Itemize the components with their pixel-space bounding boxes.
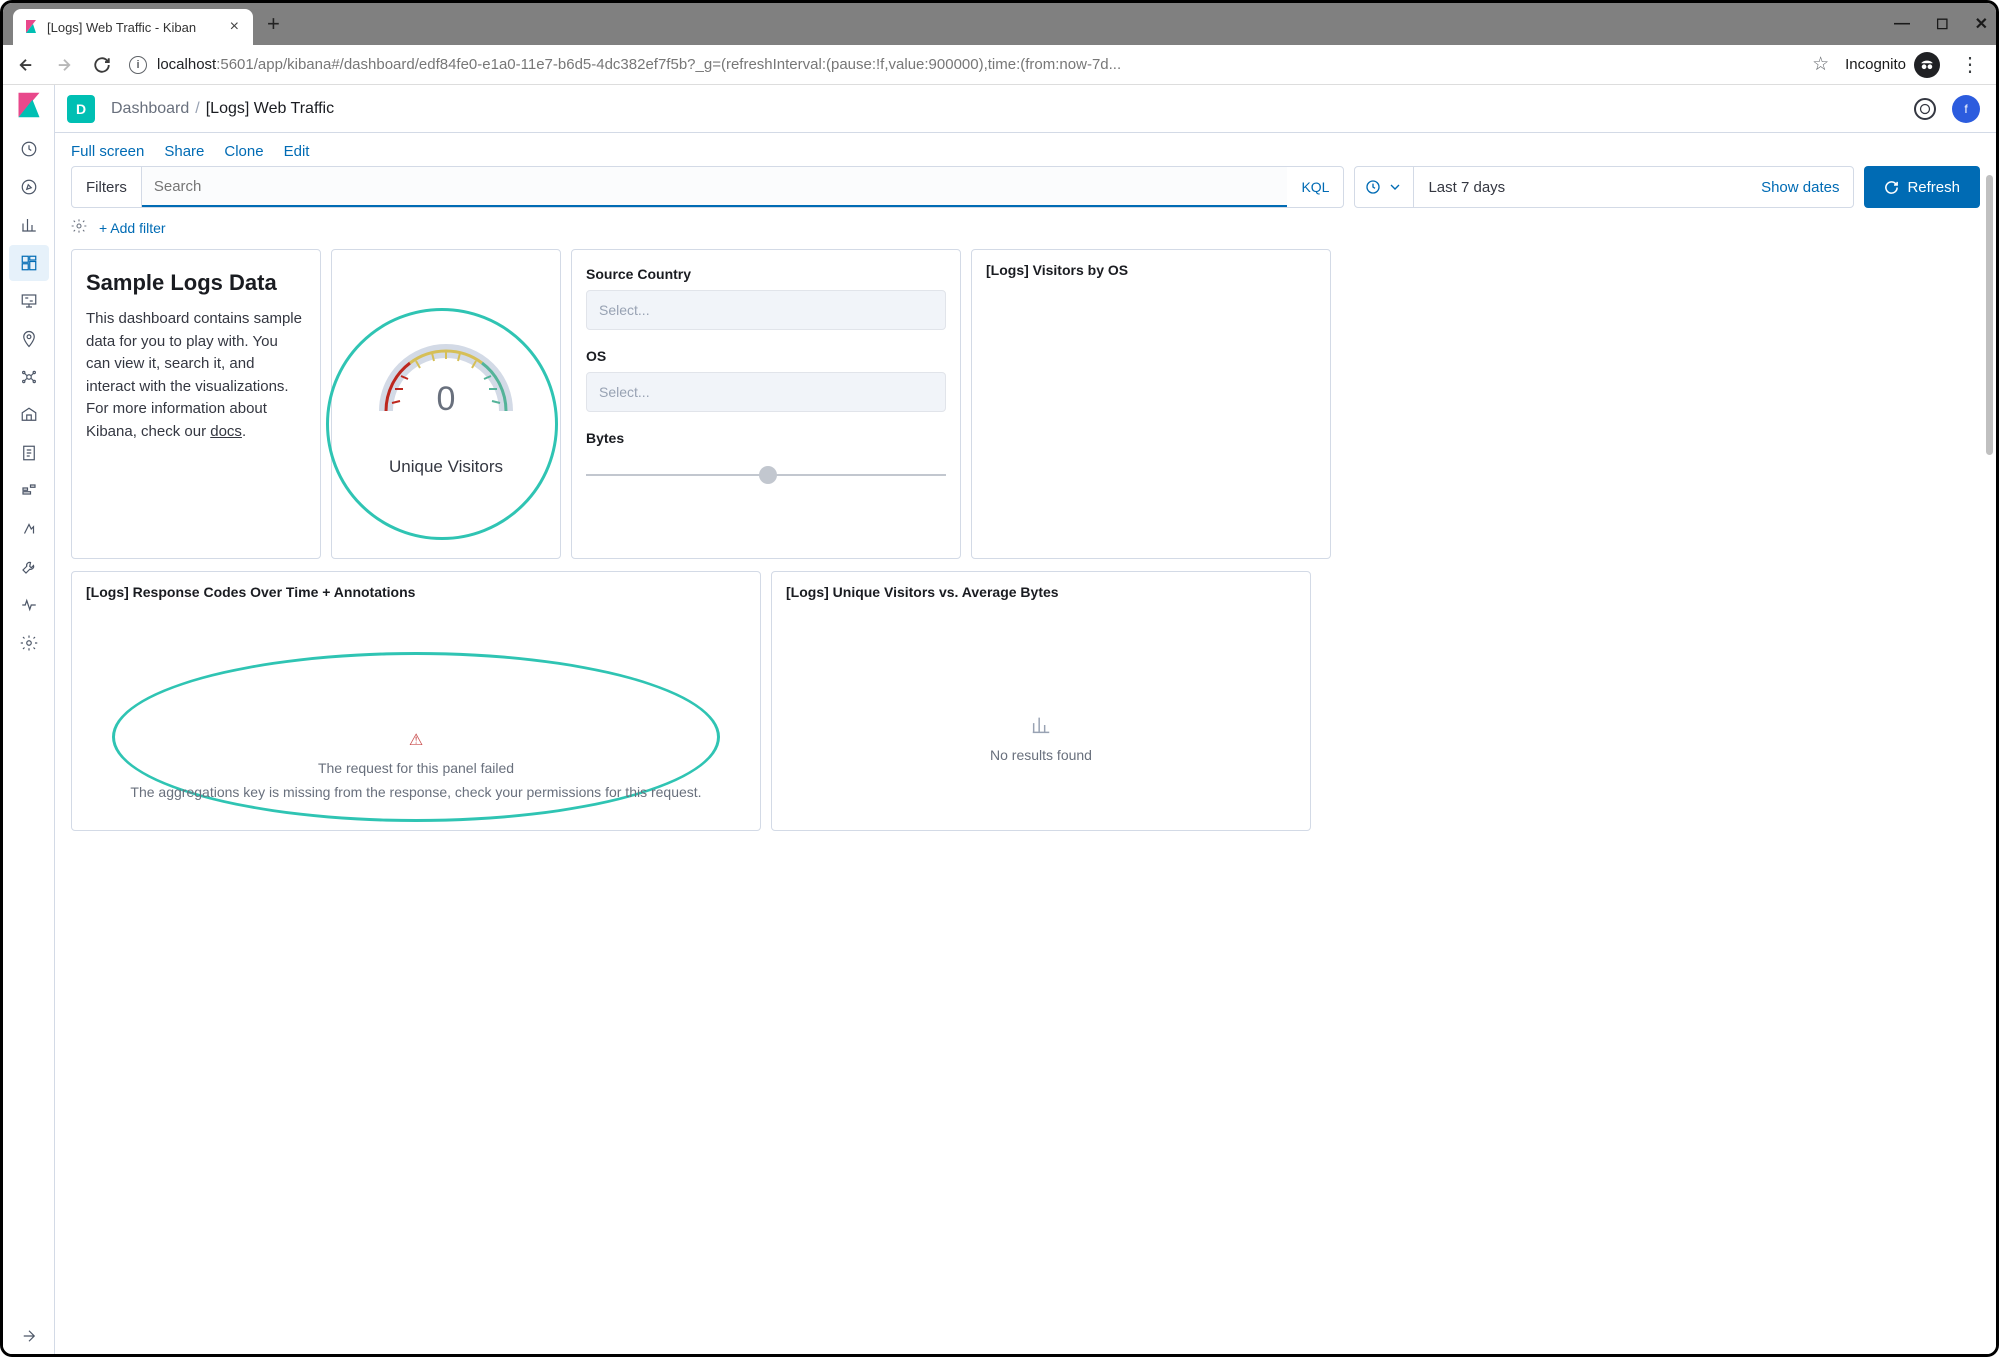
kibana-logo-icon[interactable] [15,91,43,119]
panel-controls: Source Country Select... OS Select... By… [571,249,961,559]
tab-title: [Logs] Web Traffic - Kiban [47,20,218,35]
nav-visualize-icon[interactable] [9,207,49,243]
query-bar: Filters KQL Last 7 days Show dates Refre… [55,164,1996,218]
side-nav [3,85,55,1354]
panel-sample-text: Sample Logs Data This dashboard contains… [71,249,321,559]
chart-empty-icon [1030,714,1052,736]
browser-menu-icon[interactable]: ⋮ [1950,52,1990,77]
incognito-indicator: Incognito [1839,52,1946,78]
breadcrumb-current: [Logs] Web Traffic [206,100,334,118]
slider-thumb[interactable] [759,466,777,484]
clone-link[interactable]: Clone [224,143,263,160]
fullscreen-link[interactable]: Full screen [71,143,144,160]
window-maximize-icon[interactable]: ☐ [1936,16,1949,33]
breadcrumb-root[interactable]: Dashboard [111,100,189,118]
nav-devtools-icon[interactable] [9,549,49,585]
scrollbar[interactable] [1986,175,1993,455]
nav-infrastructure-icon[interactable] [9,397,49,433]
kibana-favicon [23,19,39,35]
no-results: No results found [772,714,1310,763]
window-titlebar: [Logs] Web Traffic - Kiban × + — ☐ ✕ [3,3,1996,45]
reload-button[interactable] [85,48,119,82]
nav-ml-icon[interactable] [9,359,49,395]
incognito-icon [1914,52,1940,78]
new-tab-button[interactable]: + [253,3,294,45]
date-quick-select[interactable] [1355,167,1414,207]
gauge-value: 0 [366,380,526,419]
filter-settings-icon[interactable] [71,218,87,237]
error-detail: The aggregations key is missing from the… [72,784,760,800]
date-range-display[interactable]: Last 7 days [1414,179,1747,196]
bytes-label: Bytes [586,430,946,446]
panel-gauge: 0 Unique Visitors [331,249,561,559]
error-title: The request for this panel failed [72,760,760,776]
filters-button[interactable]: Filters [72,167,142,207]
tab-close-icon[interactable]: × [226,18,243,36]
top-bar: D Dashboard / [Logs] Web Traffic f [55,85,1996,133]
address-bar: i localhost:5601/app/kibana#/dashboard/e… [3,45,1996,85]
source-country-label: Source Country [586,266,946,282]
dashboard-actions: Full screen Share Clone Edit [55,133,1996,164]
nav-collapse-icon[interactable] [9,1318,49,1354]
panel-unique-vs-bytes: [Logs] Unique Visitors vs. Average Bytes… [771,571,1311,831]
nav-logs-icon[interactable] [9,435,49,471]
nav-monitoring-icon[interactable] [9,587,49,623]
gauge-label: Unique Visitors [389,457,503,477]
nav-apm-icon[interactable] [9,473,49,509]
breadcrumb: Dashboard / [Logs] Web Traffic [111,100,334,118]
panel-response-codes: [Logs] Response Codes Over Time + Annota… [71,571,761,831]
nav-recent-icon[interactable] [9,131,49,167]
response-codes-title: [Logs] Response Codes Over Time + Annota… [86,584,746,600]
kql-toggle[interactable]: KQL [1287,179,1343,195]
nav-dashboard-icon[interactable] [9,245,49,281]
space-selector[interactable]: D [67,95,95,123]
os-select[interactable]: Select... [586,372,946,412]
panel-visitors-by-os: [Logs] Visitors by OS [971,249,1331,559]
share-link[interactable]: Share [164,143,204,160]
add-filter-button[interactable]: + Add filter [99,220,166,236]
url-text[interactable]: localhost:5601/app/kibana#/dashboard/edf… [157,56,1121,73]
panel-error: ⚠ The request for this panel failed The … [72,730,760,800]
warning-icon: ⚠ [72,730,760,750]
sample-body: This dashboard contains sample data for … [86,308,306,443]
os-label: OS [586,348,946,364]
forward-button [47,48,81,82]
window-close-icon[interactable]: ✕ [1975,14,1988,34]
search-input[interactable] [142,167,1288,207]
nav-canvas-icon[interactable] [9,283,49,319]
bytes-slider[interactable] [586,474,946,476]
user-avatar[interactable]: f [1952,95,1980,123]
nav-uptime-icon[interactable] [9,511,49,547]
edit-link[interactable]: Edit [284,143,310,160]
site-info-icon[interactable]: i [129,56,147,74]
nav-management-icon[interactable] [9,625,49,661]
visitors-os-title: [Logs] Visitors by OS [986,262,1316,278]
refresh-button[interactable]: Refresh [1864,166,1980,208]
docs-link[interactable]: docs [210,423,242,440]
gauge-visualization: 0 [366,331,526,421]
browser-tab[interactable]: [Logs] Web Traffic - Kiban × [13,9,253,45]
back-button[interactable] [9,48,43,82]
source-country-select[interactable]: Select... [586,290,946,330]
news-feed-icon[interactable] [1914,98,1936,120]
sample-heading: Sample Logs Data [86,270,306,296]
window-minimize-icon[interactable]: — [1894,15,1910,33]
unique-vs-bytes-title: [Logs] Unique Visitors vs. Average Bytes [786,584,1296,600]
nav-maps-icon[interactable] [9,321,49,357]
nav-discover-icon[interactable] [9,169,49,205]
bookmark-star-icon[interactable]: ☆ [1806,53,1835,76]
show-dates-link[interactable]: Show dates [1747,179,1853,196]
